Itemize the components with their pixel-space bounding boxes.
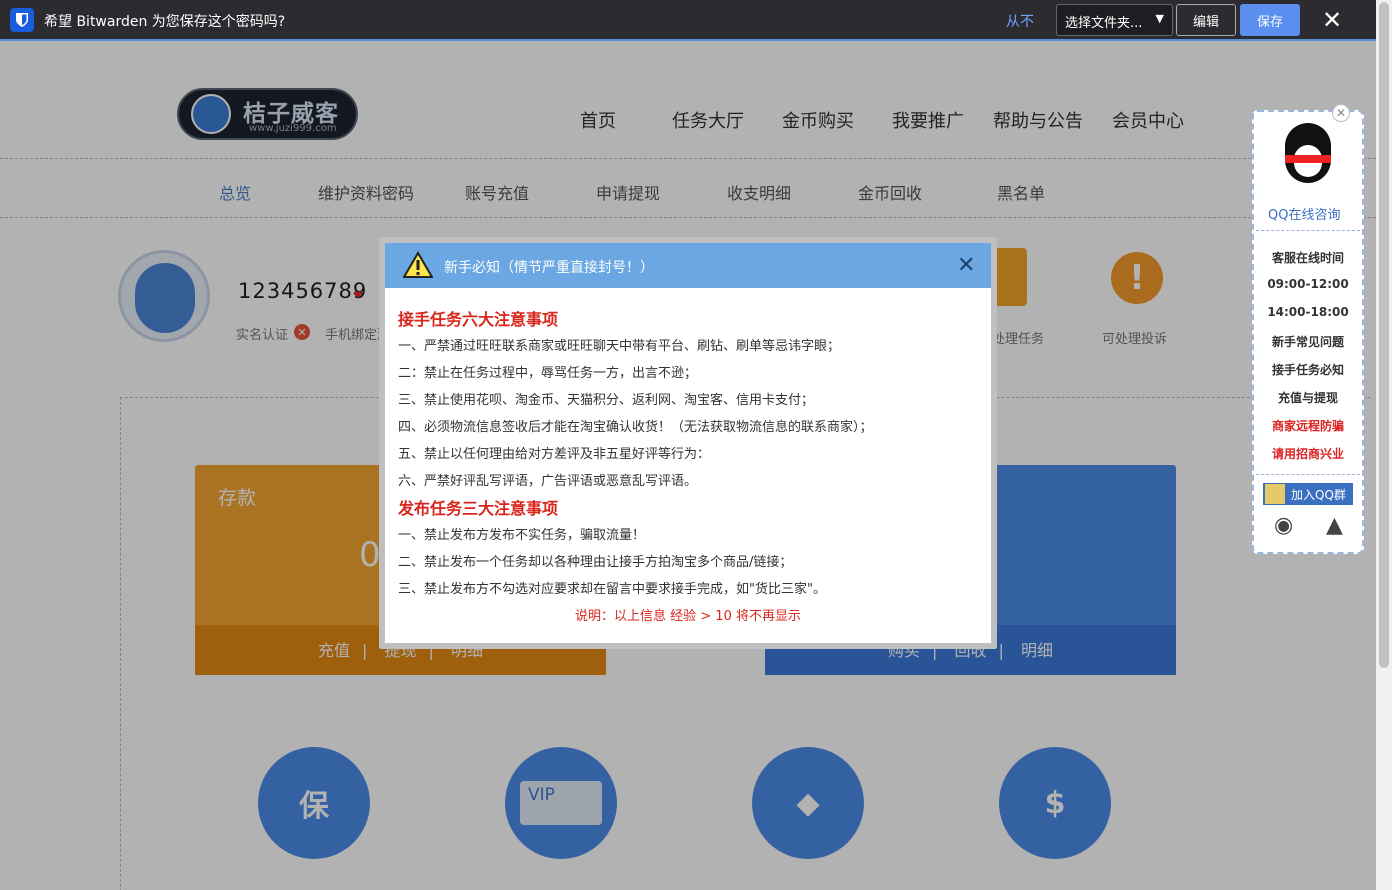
edit-button[interactable]: 编辑 (1176, 4, 1236, 36)
save-button[interactable]: 保存 (1240, 4, 1300, 36)
modal-header: 新手必知（情节严重直接封号！） ✕ (385, 243, 991, 288)
qq-service-hours-label: 客服在线时间 (1271, 251, 1344, 265)
join-qq-group-button[interactable]: 加入QQ群 (1263, 483, 1353, 505)
rule-item: 三、禁止发布方不勾选对应要求却在留言中要求接手完成，如"货比三家"。 (398, 582, 826, 597)
close-icon[interactable]: ✕ (1322, 6, 1342, 34)
never-button[interactable]: 从不 (1006, 11, 1034, 31)
chevron-down-icon: ▼ (1155, 12, 1164, 25)
modal-title: 新手必知（情节严重直接封号！） (444, 260, 654, 276)
divider (1256, 474, 1360, 475)
rule-item: 三、禁止使用花呗、淘金币、天猫积分、返利网、淘宝客、信用卡支付； (398, 393, 815, 408)
modal-note: 说明：以上信息 经验 > 10 将不再显示 (575, 609, 801, 624)
rocket-icon[interactable]: ▲ (1326, 513, 1343, 538)
qq-hours-afternoon: 14:00-18:00 (1267, 305, 1349, 319)
folder-select[interactable]: 选择文件夹... ▼ (1056, 4, 1173, 36)
scrollbar-thumb[interactable] (1379, 2, 1389, 668)
weibo-icon[interactable]: ◉ (1274, 513, 1293, 538)
close-icon[interactable]: ✕ (1332, 104, 1350, 122)
qq-group-icon (1265, 484, 1285, 504)
rule-item: 四、必须物流信息签收后才能在淘宝确认收货！（无法获取物流信息的联系商家）； (398, 420, 873, 435)
rule-item: 六、严禁好评乱写评语，广告评语或恶意乱写评语。 (398, 474, 698, 489)
qq-anti-fraud-link[interactable]: 商家远程防骗 (1256, 417, 1360, 434)
qq-recharge-link[interactable]: 充值与提现 (1256, 389, 1360, 406)
close-icon[interactable]: ✕ (957, 253, 975, 278)
notice-modal: 新手必知（情节严重直接封号！） ✕ 接手任务六大注意事项 一、严禁通过旺旺联系商… (379, 237, 997, 649)
rule-item: 二、禁止发布一个任务却以各种理由让接手方拍淘宝多个商品/链接； (398, 555, 793, 570)
qq-faq-link[interactable]: 新手常见问题 (1256, 333, 1360, 350)
rule-item: 五、禁止以任何理由给对方差评及非五星好评等行为： (398, 447, 711, 462)
qq-penguin-icon[interactable] (1279, 123, 1337, 189)
qq-hours-morning: 09:00-12:00 (1267, 277, 1349, 291)
section1-title: 接手任务六大注意事项 (398, 310, 559, 329)
bitwarden-message: 希望 Bitwarden 为您保存这个密码吗? (44, 14, 286, 30)
qq-bank-link[interactable]: 请用招商兴业 (1256, 445, 1360, 462)
rule-item: 一、禁止发布方发布不实任务，骗取流量！ (398, 528, 646, 543)
bitwarden-save-bar: 希望 Bitwarden 为您保存这个密码吗? 从不 选择文件夹... ▼ 编辑… (0, 0, 1376, 41)
divider (1256, 230, 1360, 231)
rule-item: 一、严禁通过旺旺联系商家或旺旺聊天中带有平台、刷钻、刷单等忌讳字眼； (398, 339, 841, 354)
rule-item: 二：禁止在任务过程中，辱骂任务一方，出言不逊； (398, 366, 698, 381)
join-qq-group-label: 加入QQ群 (1291, 487, 1346, 502)
qq-consult-link[interactable]: QQ在线咨询 (1268, 204, 1340, 223)
section2-title: 发布任务三大注意事项 (398, 499, 559, 518)
warning-icon (403, 251, 433, 278)
qq-task-guide-link[interactable]: 接手任务必知 (1256, 361, 1360, 378)
folder-select-value: 选择文件夹... (1065, 16, 1143, 31)
bitwarden-shield-icon (10, 8, 34, 32)
